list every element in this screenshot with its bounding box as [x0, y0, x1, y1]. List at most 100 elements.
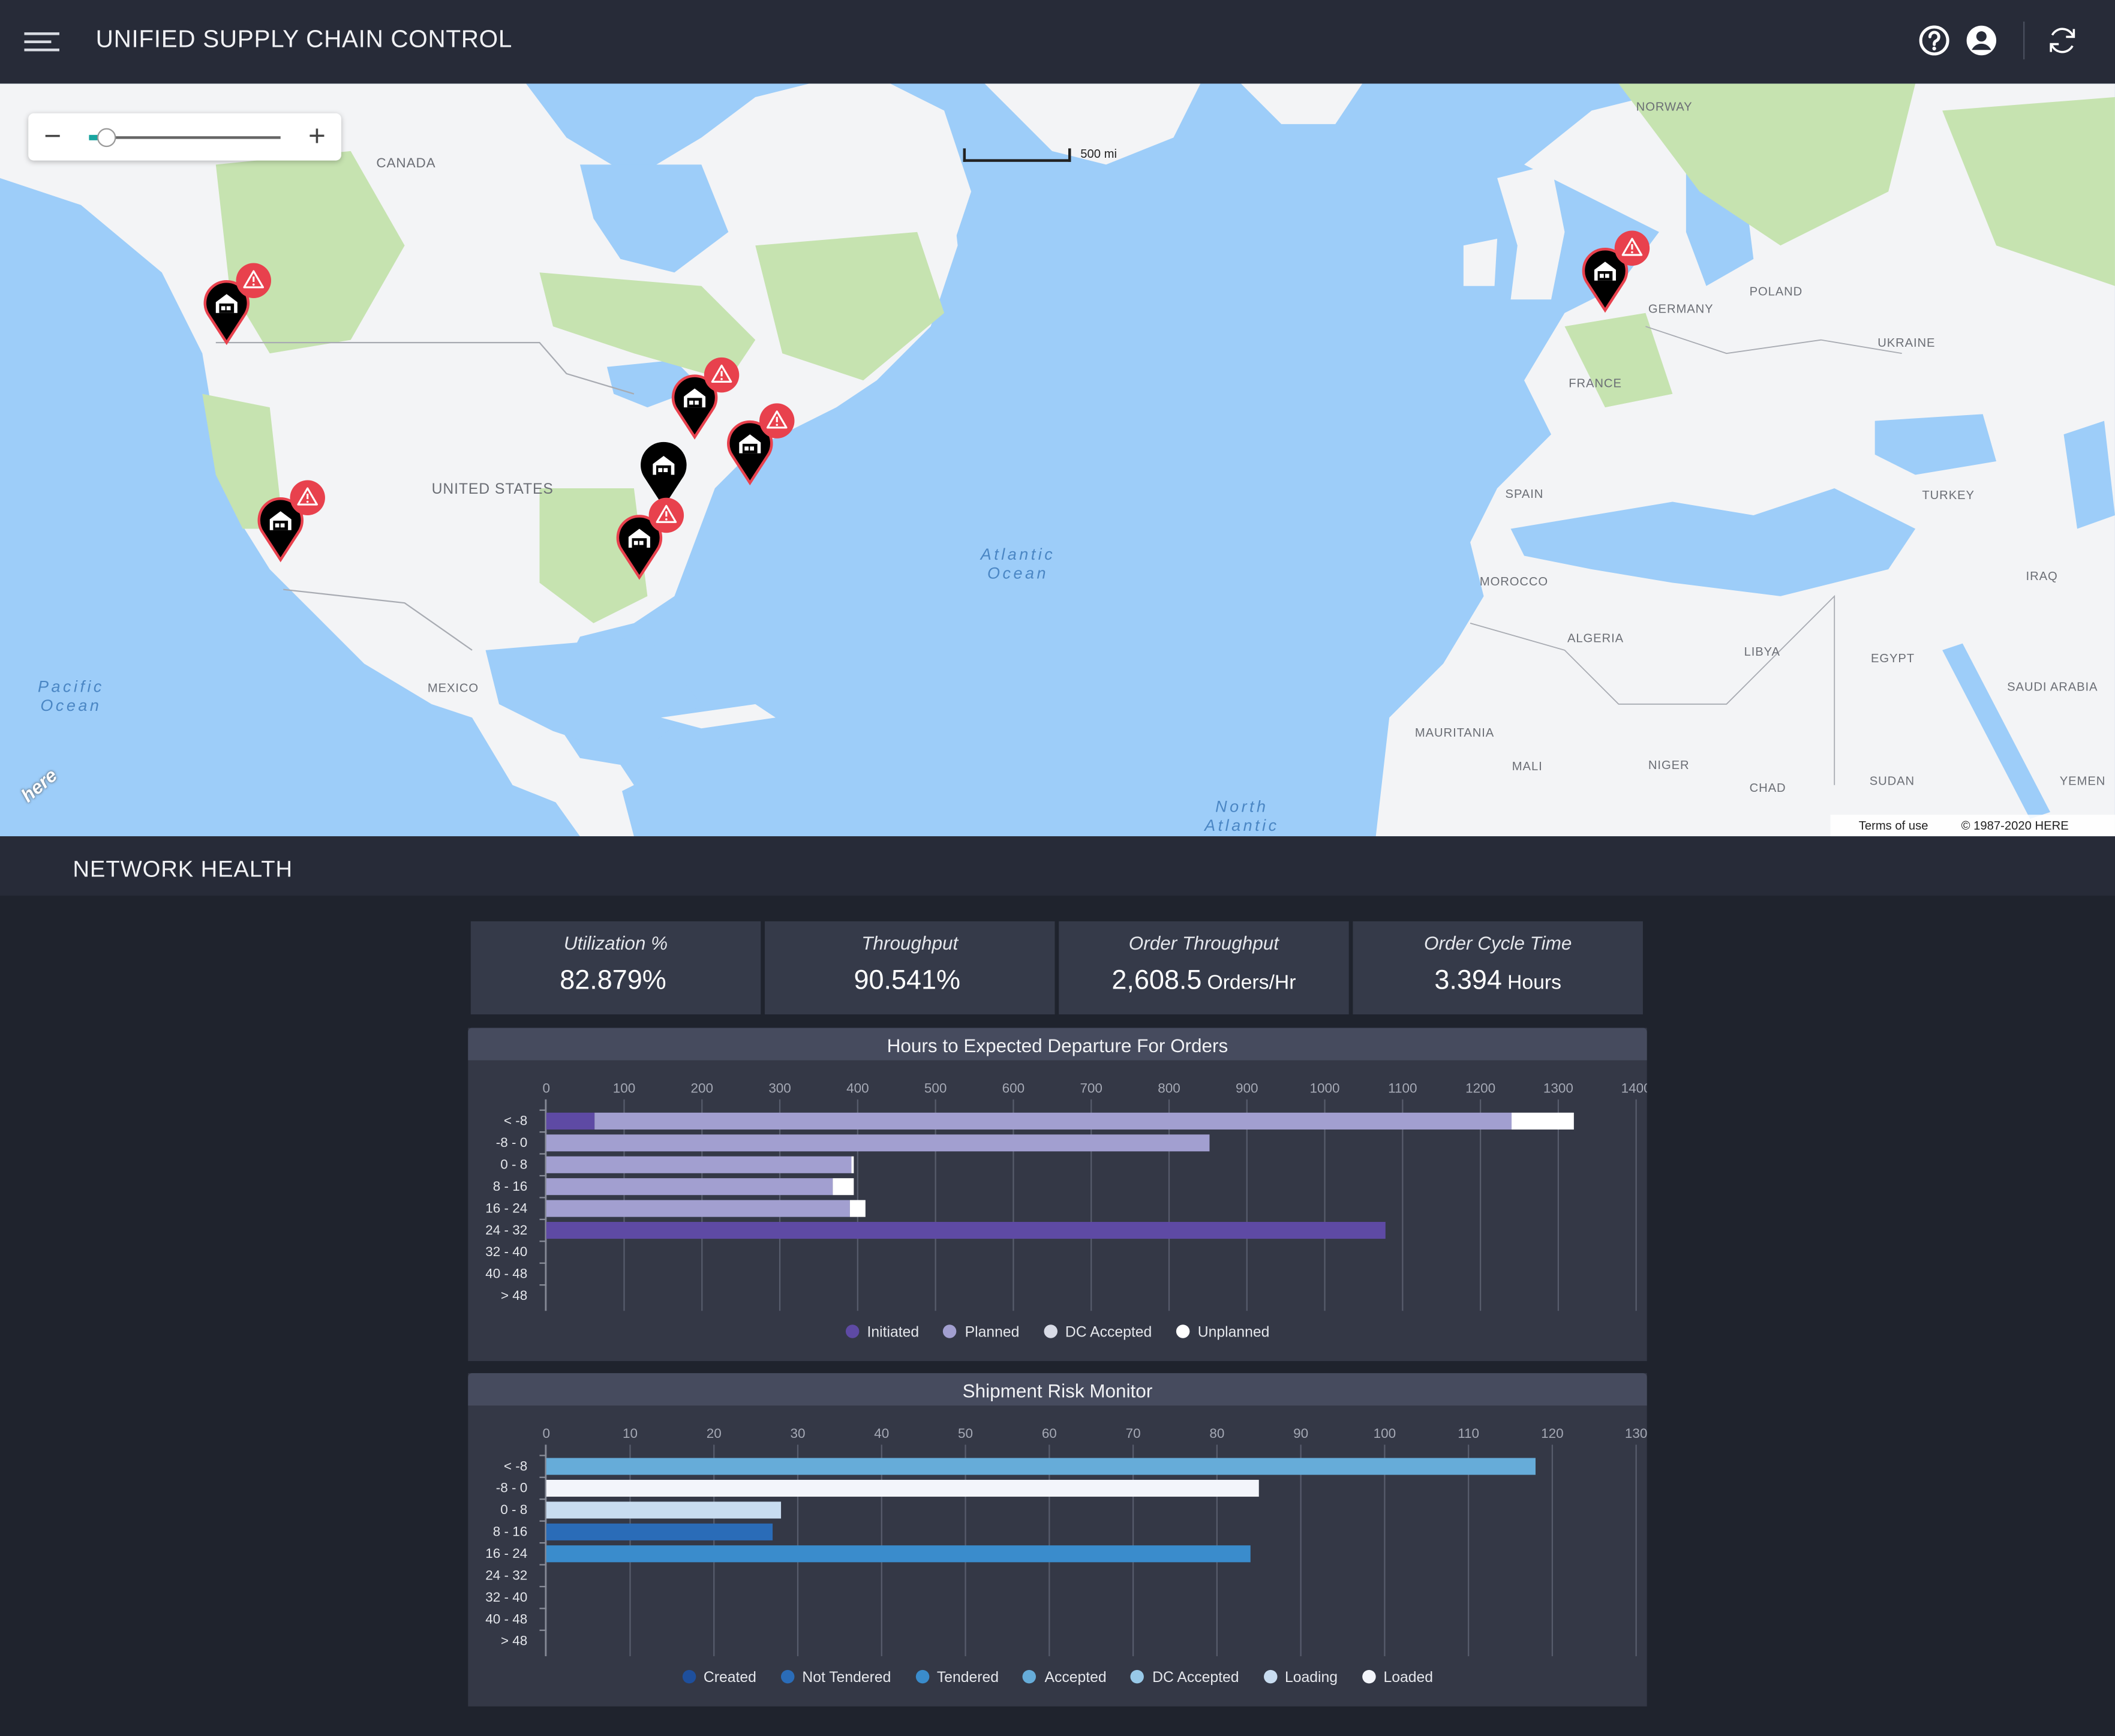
x-tick-label: 1000	[1310, 1080, 1340, 1095]
legend-item[interactable]: Loaded	[1362, 1669, 1434, 1686]
bar-segment[interactable]	[833, 1178, 854, 1196]
country-label: YEMEN	[2059, 774, 2106, 788]
hamburger-icon[interactable]	[24, 29, 62, 53]
help-circle-icon[interactable]	[1918, 24, 1951, 56]
map-attribution: Terms of use © 1987-2020 HERE	[1830, 815, 2115, 837]
legend-label: Created	[703, 1669, 756, 1686]
bar-segment[interactable]	[1512, 1112, 1574, 1130]
kpi-value: 90.541%	[854, 966, 961, 996]
legend-item[interactable]: Tendered	[915, 1669, 999, 1686]
legend-item[interactable]: Loading	[1263, 1669, 1338, 1686]
country-label: MEXICO	[427, 681, 479, 695]
y-tick-label: 40 - 48	[485, 1266, 527, 1281]
country-label: POLAND	[1749, 284, 1803, 298]
legend-item[interactable]: Not Tendered	[780, 1669, 891, 1686]
x-tick-label: 30	[791, 1426, 806, 1441]
y-tick-label: > 48	[501, 1633, 527, 1648]
y-tick-label: 40 - 48	[485, 1611, 527, 1626]
warehouse-pin-icon[interactable]	[726, 403, 795, 486]
map-view[interactable]: − + 500 mi CANADA UNITED STATES MEXICO N…	[0, 83, 2115, 837]
kpi-throughput: Throughput 90.541%	[765, 921, 1055, 1015]
legend-item[interactable]: DC Accepted	[1043, 1324, 1152, 1341]
x-tick-label: 80	[1209, 1426, 1224, 1441]
legend-item[interactable]: Created	[681, 1669, 756, 1686]
legend-item[interactable]: Initiated	[845, 1324, 919, 1341]
zoom-out-button[interactable]: −	[31, 113, 74, 161]
bar-segment[interactable]	[546, 1501, 782, 1519]
bar-segment[interactable]	[546, 1134, 1210, 1152]
legend-item[interactable]: DC Accepted	[1131, 1669, 1239, 1686]
refresh-icon[interactable]	[2046, 24, 2078, 56]
legend-item[interactable]: Accepted	[1023, 1669, 1107, 1686]
bar-segment[interactable]	[546, 1523, 773, 1540]
copyright-text: © 1987-2020 HERE	[1961, 818, 2069, 833]
zoom-slider-thumb[interactable]	[97, 128, 116, 148]
zoom-slider-track[interactable]	[89, 136, 281, 139]
country-label: NIGER	[1648, 758, 1690, 772]
bar-segment[interactable]	[594, 1112, 1512, 1130]
bar-segment[interactable]	[546, 1545, 1251, 1563]
legend-item[interactable]: Unplanned	[1176, 1324, 1269, 1341]
x-tick-label: 100	[613, 1080, 635, 1095]
bar-segment[interactable]	[546, 1479, 1259, 1497]
bar-segment[interactable]	[546, 1458, 1536, 1475]
zoom-in-button[interactable]: +	[295, 113, 338, 161]
kpi-label: Utilization %	[563, 932, 668, 954]
x-tick-label: 50	[958, 1426, 973, 1441]
panel-header: Hours to Expected Departure For Orders	[468, 1028, 1647, 1061]
legend-swatch	[1131, 1669, 1144, 1684]
x-tick-label: 120	[1541, 1426, 1564, 1441]
bar-segment[interactable]	[849, 1200, 866, 1217]
legend-swatch	[681, 1669, 696, 1684]
warehouse-pin-icon[interactable]	[256, 480, 325, 563]
y-tick-label: -8 - 0	[496, 1480, 527, 1495]
app-header: UNIFIED SUPPLY CHAIN CONTROL	[0, 0, 2115, 84]
warehouse-pin-icon[interactable]	[671, 357, 740, 440]
x-tick-label: 130	[1625, 1426, 1647, 1441]
terms-of-use-link[interactable]: Terms of use	[1859, 819, 1928, 832]
warehouse-pin-icon[interactable]	[202, 263, 271, 346]
country-label: GERMANY	[1648, 302, 1714, 316]
header-separator	[2023, 21, 2025, 59]
legend-swatch	[1043, 1324, 1058, 1338]
y-tick-label: 0 - 8	[500, 1502, 527, 1517]
y-tick-label: < -8	[504, 1458, 527, 1473]
x-tick-label: 1100	[1388, 1080, 1417, 1095]
legend-swatch	[1023, 1669, 1037, 1684]
country-label: UKRAINE	[1877, 335, 1936, 350]
y-tick-label: -8 - 0	[496, 1135, 527, 1150]
bar-segment[interactable]	[546, 1156, 852, 1173]
y-tick-label: 32 - 40	[485, 1244, 527, 1259]
legend-item[interactable]: Planned	[943, 1324, 1019, 1341]
y-tick-label: 32 - 40	[485, 1590, 527, 1605]
ocean-label: Atlantic Ocean	[980, 545, 1056, 583]
x-tick-label: 500	[924, 1080, 947, 1095]
x-tick-label: 70	[1126, 1426, 1141, 1441]
warehouse-pin-icon[interactable]	[615, 497, 684, 580]
kpi-label: Throughput	[861, 932, 959, 954]
x-tick-label: 900	[1236, 1080, 1258, 1095]
bar-segment[interactable]	[546, 1178, 833, 1196]
country-label: SUDAN	[1869, 774, 1915, 788]
x-tick-label: 700	[1080, 1080, 1102, 1095]
bar-segment[interactable]	[546, 1200, 850, 1217]
bar-segment[interactable]	[546, 1112, 595, 1130]
ocean-label: Pacific Ocean	[37, 677, 104, 715]
x-tick-label: 10	[623, 1426, 638, 1441]
bar-segment[interactable]	[851, 1156, 854, 1173]
warehouse-pin-icon[interactable]	[639, 437, 690, 507]
warehouse-pin-icon[interactable]	[1581, 230, 1650, 313]
kpi-value: 3.394 Hours	[1434, 966, 1561, 996]
legend-label: Loaded	[1383, 1669, 1434, 1686]
chart-title: Hours to Expected Departure For Orders	[887, 1034, 1228, 1056]
country-label: CANADA	[376, 156, 436, 172]
user-circle-icon[interactable]	[1965, 24, 1997, 56]
legend-swatch	[1263, 1669, 1277, 1684]
country-label: IRAQ	[2026, 569, 2058, 583]
bar-segment[interactable]	[546, 1221, 1386, 1239]
kpi-label: Order Cycle Time	[1423, 932, 1572, 954]
x-tick-label: 100	[1374, 1426, 1396, 1441]
x-tick-label: 200	[691, 1080, 714, 1095]
x-tick-label: 1400	[1621, 1080, 1647, 1095]
x-tick-label: 40	[874, 1426, 889, 1441]
